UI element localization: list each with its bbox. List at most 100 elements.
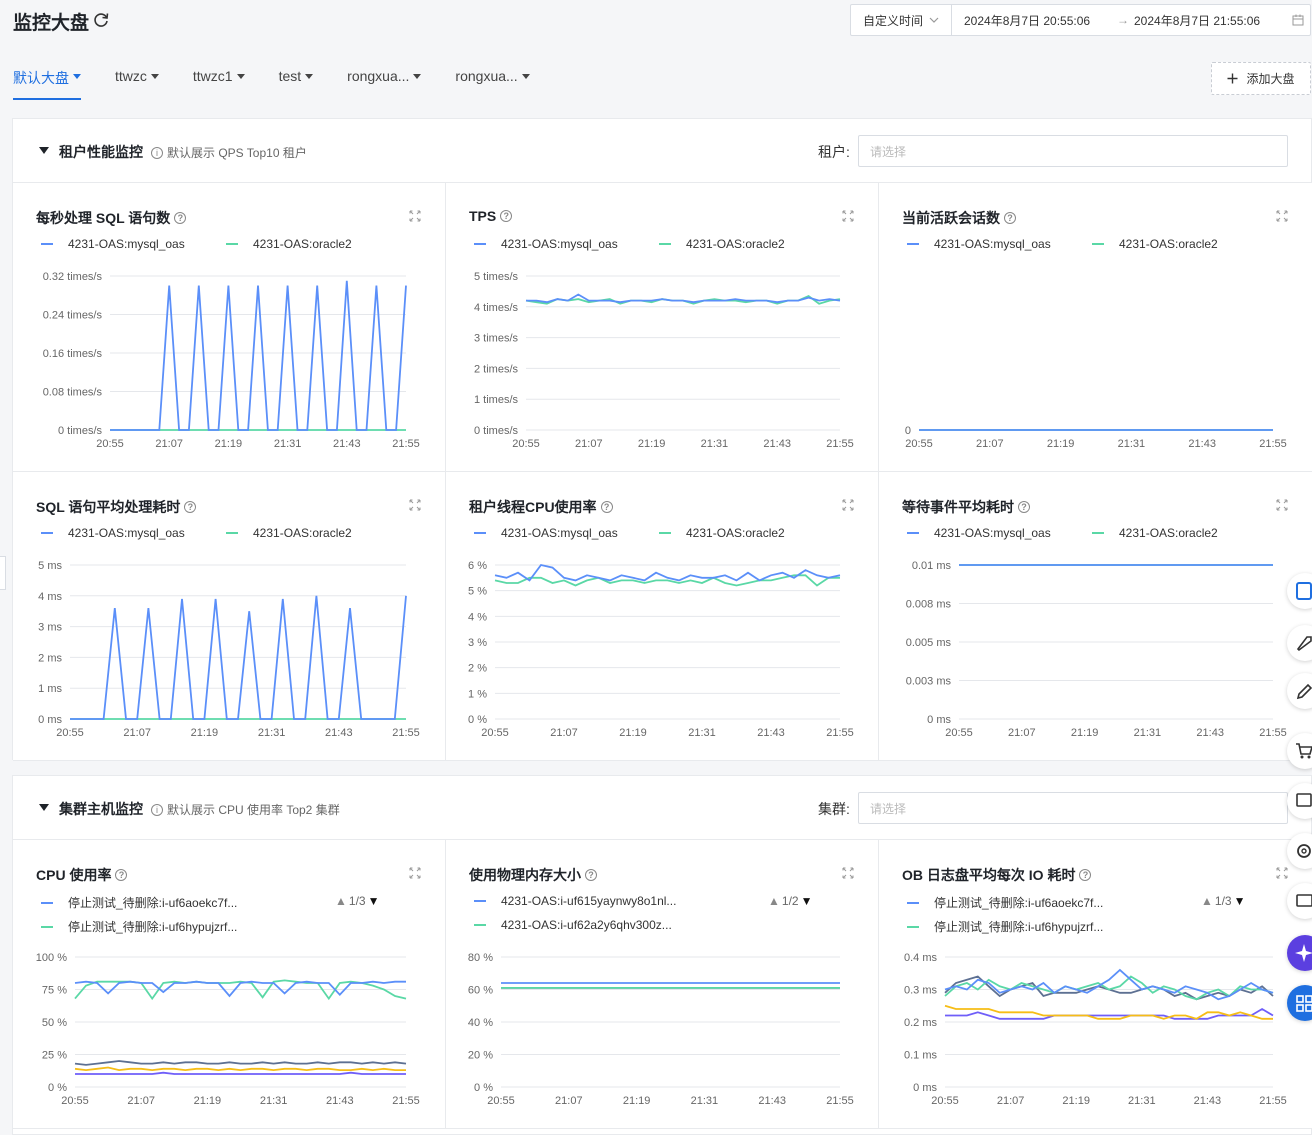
x-tick-label: 21:31: [1128, 1095, 1156, 1107]
tab-board-4[interactable]: rongxua...: [347, 68, 422, 100]
pager-text: 1/3: [1214, 894, 1232, 908]
refresh-icon[interactable]: [92, 11, 110, 29]
y-tick-label: 20 %: [468, 1050, 493, 1062]
help-icon[interactable]: ?: [600, 501, 613, 513]
legend-item[interactable]: 4231-OAS:mysql_oas: [41, 237, 185, 251]
add-board-button[interactable]: 添加大盘: [1211, 62, 1311, 95]
legend-label: 4231-OAS:oracle2: [1119, 526, 1218, 540]
legend-label: 4231-OAS:mysql_oas: [934, 237, 1051, 251]
series-line-0[interactable]: [110, 280, 407, 431]
help-icon[interactable]: ?: [1004, 212, 1016, 224]
fullscreen-icon[interactable]: [409, 499, 421, 511]
pager-prev-icon[interactable]: ▲: [1201, 894, 1213, 908]
x-tick-label: 21:31: [1134, 727, 1162, 739]
collapse-caret-icon[interactable]: [39, 804, 49, 811]
cluster-select[interactable]: 请选择: [858, 792, 1288, 824]
fullscreen-icon[interactable]: [1276, 210, 1288, 222]
pager-prev-icon[interactable]: ▲: [768, 894, 780, 908]
help-icon[interactable]: ?: [585, 869, 597, 881]
fullscreen-icon[interactable]: [1276, 499, 1288, 511]
rocket-tool-button[interactable]: [1287, 625, 1312, 661]
calendar-icon[interactable]: [1288, 14, 1308, 26]
help-icon[interactable]: ?: [174, 212, 187, 224]
fullscreen-icon[interactable]: [842, 499, 854, 511]
series-line-3[interactable]: [74, 1066, 406, 1072]
legend-item[interactable]: 4231-OAS:mysql_oas: [474, 237, 618, 251]
tab-board-5[interactable]: rongxua...: [455, 68, 530, 100]
collapse-caret-icon[interactable]: [39, 147, 49, 154]
cart-tool-button[interactable]: [1287, 733, 1312, 769]
legend-item[interactable]: 4231-OAS:oracle2: [226, 526, 352, 540]
tab-board-1[interactable]: ttwzc: [115, 68, 159, 100]
legend-item[interactable]: 4231-OAS:i-uf62a2y6qhv300z...: [474, 918, 672, 932]
fullscreen-icon[interactable]: [842, 210, 854, 222]
legend-item[interactable]: 4231-OAS:mysql_oas: [41, 526, 185, 540]
fullscreen-icon[interactable]: [409, 210, 421, 222]
legend-item[interactable]: 停止测试_待删除:i-uf6aoekc7f...: [907, 894, 1103, 911]
pager-next-icon[interactable]: ▼: [1234, 894, 1246, 908]
pager-prev-icon[interactable]: ▲: [335, 894, 347, 908]
series-line-0[interactable]: [494, 563, 841, 582]
legend-label: 停止测试_待删除:i-uf6hypujzrf...: [934, 920, 1104, 934]
caret-down-icon[interactable]: [305, 74, 314, 79]
legend-pager: ▲ 1/3 ▼: [335, 894, 379, 908]
legend-item[interactable]: 停止测试_待删除:i-uf6hypujzrf...: [907, 918, 1103, 935]
legend-item[interactable]: 4231-OAS:oracle2: [1092, 526, 1218, 540]
legend-item[interactable]: 4231-OAS:oracle2: [659, 237, 785, 251]
time-start-input[interactable]: 2024年8月7日 20:55:06: [952, 12, 1112, 29]
tab-board-2[interactable]: ttwzc1: [193, 68, 245, 100]
fullscreen-icon[interactable]: [409, 867, 421, 879]
apps-tool-button[interactable]: [1287, 985, 1312, 1021]
help-icon[interactable]: ?: [1079, 869, 1092, 881]
y-tick-label: 0.2 ms: [904, 1017, 938, 1029]
caret-down-icon[interactable]: [73, 74, 81, 79]
caret-down-icon[interactable]: [413, 74, 422, 79]
legend-item[interactable]: 4231-OAS:i-uf615yaynwy8o1nl...: [474, 894, 676, 908]
pager-next-icon[interactable]: ▼: [801, 894, 813, 908]
settings-tool-button[interactable]: [1287, 833, 1312, 869]
series-line-0[interactable]: [526, 293, 841, 304]
legend-item[interactable]: 停止测试_待删除:i-uf6hypujzrf...: [41, 918, 237, 935]
time-end-input[interactable]: 2024年8月7日 21:55:06: [1134, 12, 1288, 29]
edit-tool-button[interactable]: [1287, 673, 1312, 709]
y-tick-label: 5 times/s: [474, 271, 519, 283]
caret-down-icon[interactable]: [236, 74, 245, 79]
fullscreen-icon[interactable]: [842, 867, 854, 879]
feedback-tool-button[interactable]: [1287, 883, 1312, 919]
legend-item[interactable]: 4231-OAS:oracle2: [659, 526, 785, 540]
y-tick-label: 0.08 times/s: [43, 387, 103, 399]
side-drawer-handle[interactable]: [0, 556, 6, 590]
y-tick-label: 0.1 ms: [904, 1050, 938, 1062]
help-icon[interactable]: ?: [1018, 501, 1030, 513]
caret-down-icon[interactable]: [150, 74, 159, 79]
chart-title-text: 等待事件平均耗时: [902, 499, 1014, 515]
caret-down-icon[interactable]: [521, 74, 530, 79]
legend-swatch: [907, 532, 919, 534]
legend-item[interactable]: 4231-OAS:mysql_oas: [907, 526, 1051, 540]
series-line-2[interactable]: [74, 1060, 407, 1066]
tenant-select[interactable]: 请选择: [858, 135, 1288, 167]
assistant-tool-button[interactable]: [1287, 935, 1312, 971]
legend-item[interactable]: 4231-OAS:oracle2: [1092, 237, 1218, 251]
series-line-0[interactable]: [74, 980, 406, 998]
tab-board-3[interactable]: test: [279, 68, 314, 100]
help-icon[interactable]: ?: [500, 210, 513, 222]
x-tick-label: 21:07: [123, 727, 151, 739]
legend-item[interactable]: 停止测试_待删除:i-uf6aoekc7f...: [41, 894, 237, 911]
x-tick-label: 21:43: [326, 1095, 354, 1107]
time-range-picker[interactable]: 自定义时间 2024年8月7日 20:55:06 → 2024年8月7日 21:…: [850, 4, 1311, 36]
pager-next-icon[interactable]: ▼: [368, 894, 380, 908]
legend-swatch: [474, 924, 486, 926]
time-mode-select[interactable]: 自定义时间: [851, 5, 952, 35]
api-tool-button[interactable]: [1287, 783, 1312, 819]
legend-item[interactable]: 4231-OAS:mysql_oas: [907, 237, 1051, 251]
help-icon[interactable]: ?: [184, 501, 197, 513]
x-tick-label: 21:55: [1259, 727, 1287, 739]
help-icon[interactable]: ?: [115, 869, 128, 881]
y-tick-label: 0 ms: [38, 714, 62, 726]
series-line-4[interactable]: [75, 1071, 406, 1075]
legend-item[interactable]: 4231-OAS:mysql_oas: [474, 526, 618, 540]
legend-item[interactable]: 4231-OAS:oracle2: [226, 237, 352, 251]
tab-board-0[interactable]: 默认大盘: [13, 68, 81, 100]
checklist-tool-button[interactable]: [1287, 573, 1312, 609]
